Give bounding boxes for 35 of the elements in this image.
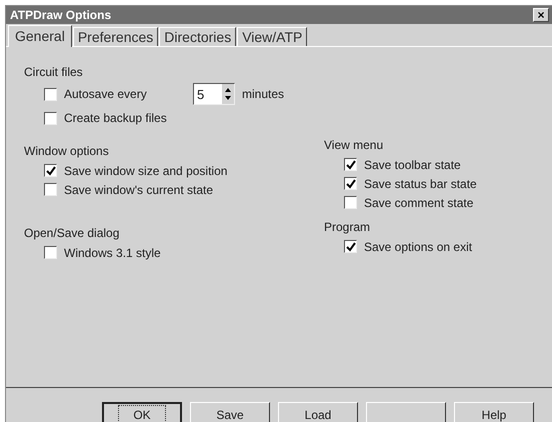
group-title: Program bbox=[324, 220, 370, 234]
checkbox[interactable] bbox=[344, 177, 357, 190]
checkbox[interactable] bbox=[44, 183, 57, 196]
checkbox[interactable] bbox=[344, 158, 357, 171]
checkbox-label: Save comment state bbox=[364, 196, 474, 210]
checkbox[interactable] bbox=[44, 164, 57, 177]
window-title: ATPDraw Options bbox=[10, 8, 112, 22]
checkbox-label: Windows 3.1 style bbox=[64, 246, 161, 260]
checkbox-label: Save status bar state bbox=[364, 176, 477, 190]
checkbox-label: Save toolbar state bbox=[364, 158, 461, 172]
tab[interactable]: Directories bbox=[159, 27, 236, 46]
close-button[interactable]: × bbox=[533, 8, 549, 22]
checkbox[interactable] bbox=[44, 88, 57, 100]
checkbox[interactable] bbox=[44, 112, 57, 124]
tab[interactable]: General bbox=[8, 25, 72, 47]
checkbox[interactable] bbox=[344, 196, 357, 209]
group-title: Circuit files bbox=[24, 65, 83, 79]
checkbox-label: Create backup files bbox=[64, 111, 167, 125]
checkbox[interactable] bbox=[44, 246, 57, 259]
dialog-button[interactable]: Load bbox=[278, 402, 358, 422]
tab[interactable]: Preferences bbox=[72, 27, 158, 46]
dialog-button[interactable]: Help bbox=[454, 402, 534, 422]
tab[interactable]: View/ATP bbox=[237, 27, 308, 46]
ok-button[interactable]: OK bbox=[102, 402, 182, 422]
checkbox-label: Save options on exit bbox=[364, 240, 472, 254]
minutes-spinner[interactable]: 5 bbox=[193, 83, 235, 105]
group-title: Open/Save dialog bbox=[24, 226, 120, 240]
checkbox-label: Autosave every bbox=[64, 87, 148, 101]
checkbox-label: Save window size and position bbox=[64, 164, 228, 178]
checkbox-label: Save window's current state bbox=[64, 182, 214, 196]
group-title: View menu bbox=[324, 138, 384, 152]
dialog-button[interactable]: Save bbox=[190, 402, 270, 422]
unit-label: minutes bbox=[242, 87, 284, 101]
group-title: Window options bbox=[24, 144, 109, 158]
checkbox[interactable] bbox=[344, 240, 357, 253]
